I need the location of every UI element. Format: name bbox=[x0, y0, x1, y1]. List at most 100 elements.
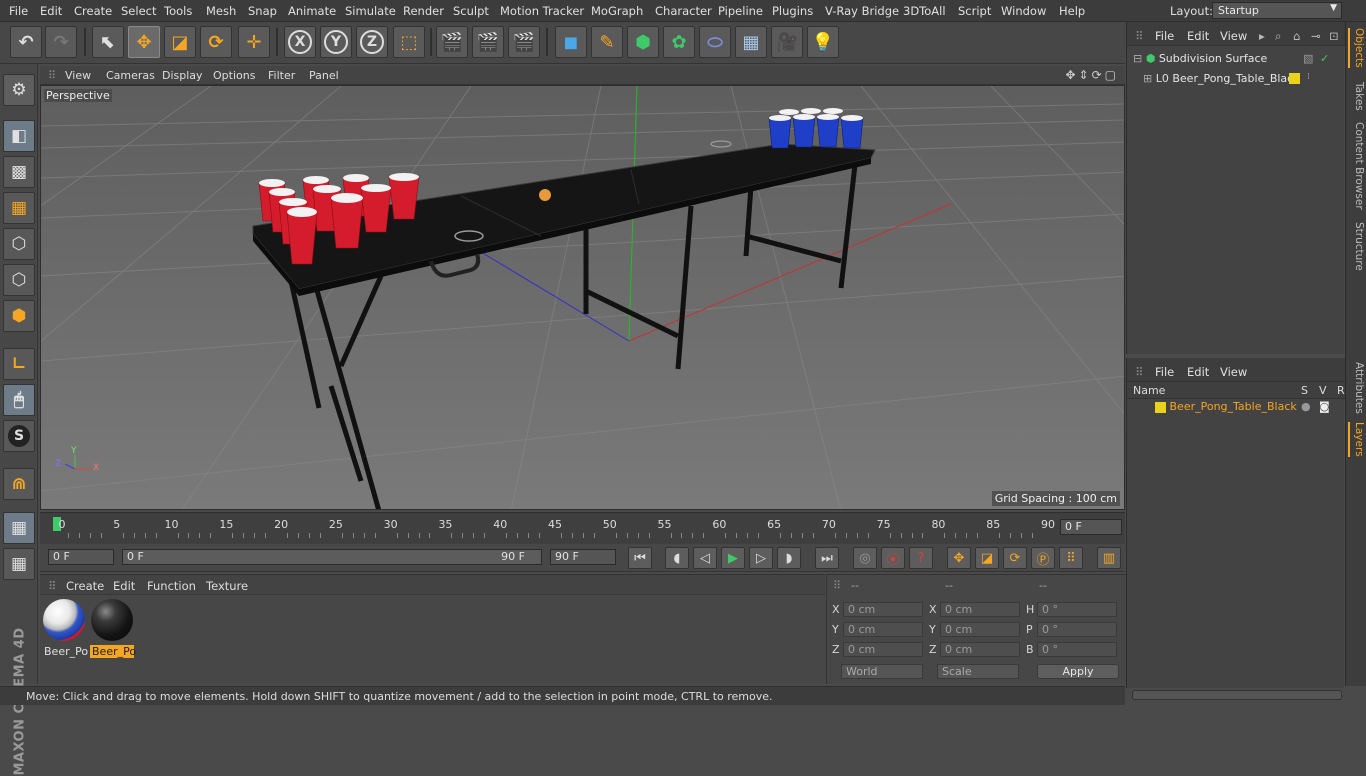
object-row-subdivision[interactable]: ⊟ ⬢ Subdivision Surface ▧ ✓ bbox=[1133, 52, 1329, 70]
subdivision-button[interactable]: ⬢ bbox=[627, 26, 659, 58]
rot-h-field[interactable]: 0 ° bbox=[1037, 602, 1117, 617]
viewport-menu-display[interactable]: Display bbox=[162, 69, 203, 82]
menu-vray-bridge[interactable]: V-Ray Bridge bbox=[825, 4, 899, 18]
material-menu-function[interactable]: Function bbox=[147, 579, 196, 593]
pos-z-field[interactable]: 0 cm bbox=[843, 642, 923, 657]
menu-simulate[interactable]: Simulate bbox=[345, 4, 396, 18]
menu-pipeline[interactable]: Pipeline bbox=[718, 4, 763, 18]
light-button[interactable]: 💡 bbox=[807, 26, 839, 58]
eye-icon[interactable]: ◙ bbox=[1319, 400, 1330, 413]
layer-menu-view[interactable]: View bbox=[1220, 365, 1247, 379]
viewport-menu-panel[interactable]: Panel bbox=[309, 69, 339, 82]
material-menu-create[interactable]: Create bbox=[66, 579, 104, 593]
menu-window[interactable]: Window bbox=[1001, 4, 1046, 18]
layer-color-swatch[interactable] bbox=[1289, 73, 1300, 84]
undo-button[interactable]: ↶ bbox=[10, 26, 42, 58]
size-mode-select[interactable]: Scale bbox=[937, 664, 1019, 679]
menu-script[interactable]: Script bbox=[958, 4, 991, 18]
menu-3dtoall[interactable]: 3DToAll bbox=[903, 4, 946, 18]
start-frame-field[interactable]: 0 F bbox=[48, 549, 114, 565]
column-solo[interactable]: S bbox=[1301, 384, 1308, 397]
go-to-end-button[interactable]: ⏭ bbox=[815, 547, 839, 569]
solo-dot-icon[interactable]: ● bbox=[1301, 400, 1311, 413]
link-icon[interactable]: ⊸ bbox=[1311, 29, 1321, 43]
axis-mode-button[interactable]: ∟ bbox=[3, 348, 35, 380]
new-window-icon[interactable]: ⊡ bbox=[1329, 29, 1339, 43]
y-axis-button[interactable]: Y bbox=[320, 26, 352, 58]
menu-create[interactable]: Create bbox=[74, 4, 112, 18]
polygons-mode-button[interactable]: ⬢ bbox=[3, 300, 35, 332]
size-z-field[interactable]: 0 cm bbox=[940, 642, 1020, 657]
material-swatch-cup[interactable]: Beer_Po bbox=[42, 599, 88, 661]
menu-character[interactable]: Character bbox=[655, 4, 712, 18]
visibility-toggle-icon[interactable]: ▧ bbox=[1303, 52, 1313, 65]
solo-button[interactable]: S bbox=[3, 420, 35, 452]
next-frame-button[interactable]: ▷ bbox=[749, 547, 773, 569]
layer-color-swatch[interactable] bbox=[1155, 401, 1166, 413]
menu-tools[interactable]: Tools bbox=[164, 4, 192, 18]
points-mode-button[interactable]: ⬡ bbox=[3, 228, 35, 260]
render-settings-button[interactable]: 🎬 bbox=[508, 26, 540, 58]
workplane-mode-button[interactable]: ▦ bbox=[3, 192, 35, 224]
motion-record-button[interactable]: ◎ bbox=[853, 547, 877, 569]
drag-handle-icon[interactable]: ⠿ bbox=[833, 579, 841, 592]
autokey-button[interactable]: ? bbox=[909, 547, 933, 569]
redo-button[interactable]: ↷ bbox=[45, 26, 77, 58]
size-y-field[interactable]: 0 cm bbox=[940, 622, 1020, 637]
search-icon[interactable]: ⌕ bbox=[1275, 29, 1281, 44]
cube-button[interactable]: ◼ bbox=[555, 26, 587, 58]
viewport-navigation-icons[interactable]: ✥⇕⟳▢ bbox=[1065, 68, 1119, 82]
key-parameter-button[interactable]: Ⓟ bbox=[1031, 547, 1055, 569]
tweak-mode-button[interactable]: 🖱 bbox=[3, 384, 35, 416]
pos-x-field[interactable]: 0 cm bbox=[843, 602, 923, 617]
tab-objects[interactable]: Objects bbox=[1348, 28, 1365, 68]
tab-content-browser[interactable]: Content Browser bbox=[1348, 122, 1365, 210]
model-mode-button[interactable]: ◧ bbox=[3, 120, 35, 152]
record-keys-button[interactable]: ⦿ bbox=[881, 547, 905, 569]
grid-button[interactable]: ▦ bbox=[3, 548, 35, 580]
current-frame-field[interactable]: 0 F bbox=[1060, 519, 1122, 535]
scale-tool-button[interactable]: ◪ bbox=[164, 26, 196, 58]
live-selection-button[interactable]: ⬉ bbox=[92, 26, 124, 58]
timeline-window-button[interactable]: ▥ bbox=[1097, 547, 1121, 569]
rotate-tool-button[interactable]: ⟳ bbox=[200, 26, 232, 58]
perspective-viewport[interactable]: Y X Z Perspective Grid Spacing : 100 cm bbox=[40, 85, 1125, 510]
menu-motion-tracker[interactable]: Motion Tracker bbox=[500, 4, 584, 18]
go-to-start-button[interactable]: ⏮ bbox=[628, 547, 652, 569]
prev-key-button[interactable]: ◖ bbox=[665, 547, 689, 569]
expand-icon[interactable]: ⊞ bbox=[1143, 72, 1152, 85]
workplane-lock-button[interactable]: ▦ bbox=[3, 512, 35, 544]
material-menu-edit[interactable]: Edit bbox=[113, 579, 135, 593]
timeline-ruler[interactable]: 0 5 10 15 20 25 30 35 40 45 50 55 60 65 70 75 80 85 90 0 F bbox=[40, 512, 1125, 544]
key-position-button[interactable]: ✥ bbox=[947, 547, 971, 569]
coordinate-system-button[interactable]: ⬚ bbox=[393, 26, 425, 58]
z-axis-button[interactable]: Z bbox=[356, 26, 388, 58]
key-scale-button[interactable]: ◪ bbox=[975, 547, 999, 569]
frame-ruler[interactable]: 0 5 10 15 20 25 30 35 40 45 50 55 60 65 70 75 80 85 90 bbox=[48, 515, 1055, 541]
apply-button[interactable]: Apply bbox=[1037, 664, 1119, 679]
material-menu-texture[interactable]: Texture bbox=[206, 579, 248, 593]
visibility-dots-icon[interactable]: ⁞ bbox=[1307, 72, 1310, 82]
edges-mode-button[interactable]: ⬡ bbox=[3, 264, 35, 296]
prev-frame-button[interactable]: ◁ bbox=[693, 547, 717, 569]
menu-mesh[interactable]: Mesh bbox=[206, 4, 236, 18]
enabled-check-icon[interactable]: ✓ bbox=[1320, 52, 1329, 65]
render-picture-viewer-button[interactable]: 🎬 bbox=[472, 26, 504, 58]
camera-button[interactable]: 🎥 bbox=[771, 26, 803, 58]
object-menu-file[interactable]: File bbox=[1155, 29, 1174, 43]
menu-animate[interactable]: Animate bbox=[288, 4, 336, 18]
arrow-right-icon[interactable]: ▸ bbox=[1259, 29, 1265, 43]
menu-mograph[interactable]: MoGraph bbox=[591, 4, 643, 18]
viewport-menu-filter[interactable]: Filter bbox=[268, 69, 295, 82]
layout-select[interactable]: Startup ▼ bbox=[1212, 2, 1342, 19]
tab-structure[interactable]: Structure bbox=[1348, 222, 1365, 271]
drag-handle-icon[interactable]: ⠿ bbox=[48, 579, 56, 593]
pos-y-field[interactable]: 0 cm bbox=[843, 622, 923, 637]
drag-handle-icon[interactable]: ⠿ bbox=[1135, 29, 1143, 43]
snap-button[interactable]: ⋒ bbox=[3, 468, 35, 500]
deformer-button[interactable]: ⬭ bbox=[699, 26, 731, 58]
key-rotation-button[interactable]: ⟳ bbox=[1003, 547, 1027, 569]
next-key-button[interactable]: ◗ bbox=[777, 547, 801, 569]
material-swatch-table[interactable]: Beer_Po bbox=[90, 599, 136, 661]
object-menu-edit[interactable]: Edit bbox=[1187, 29, 1209, 43]
